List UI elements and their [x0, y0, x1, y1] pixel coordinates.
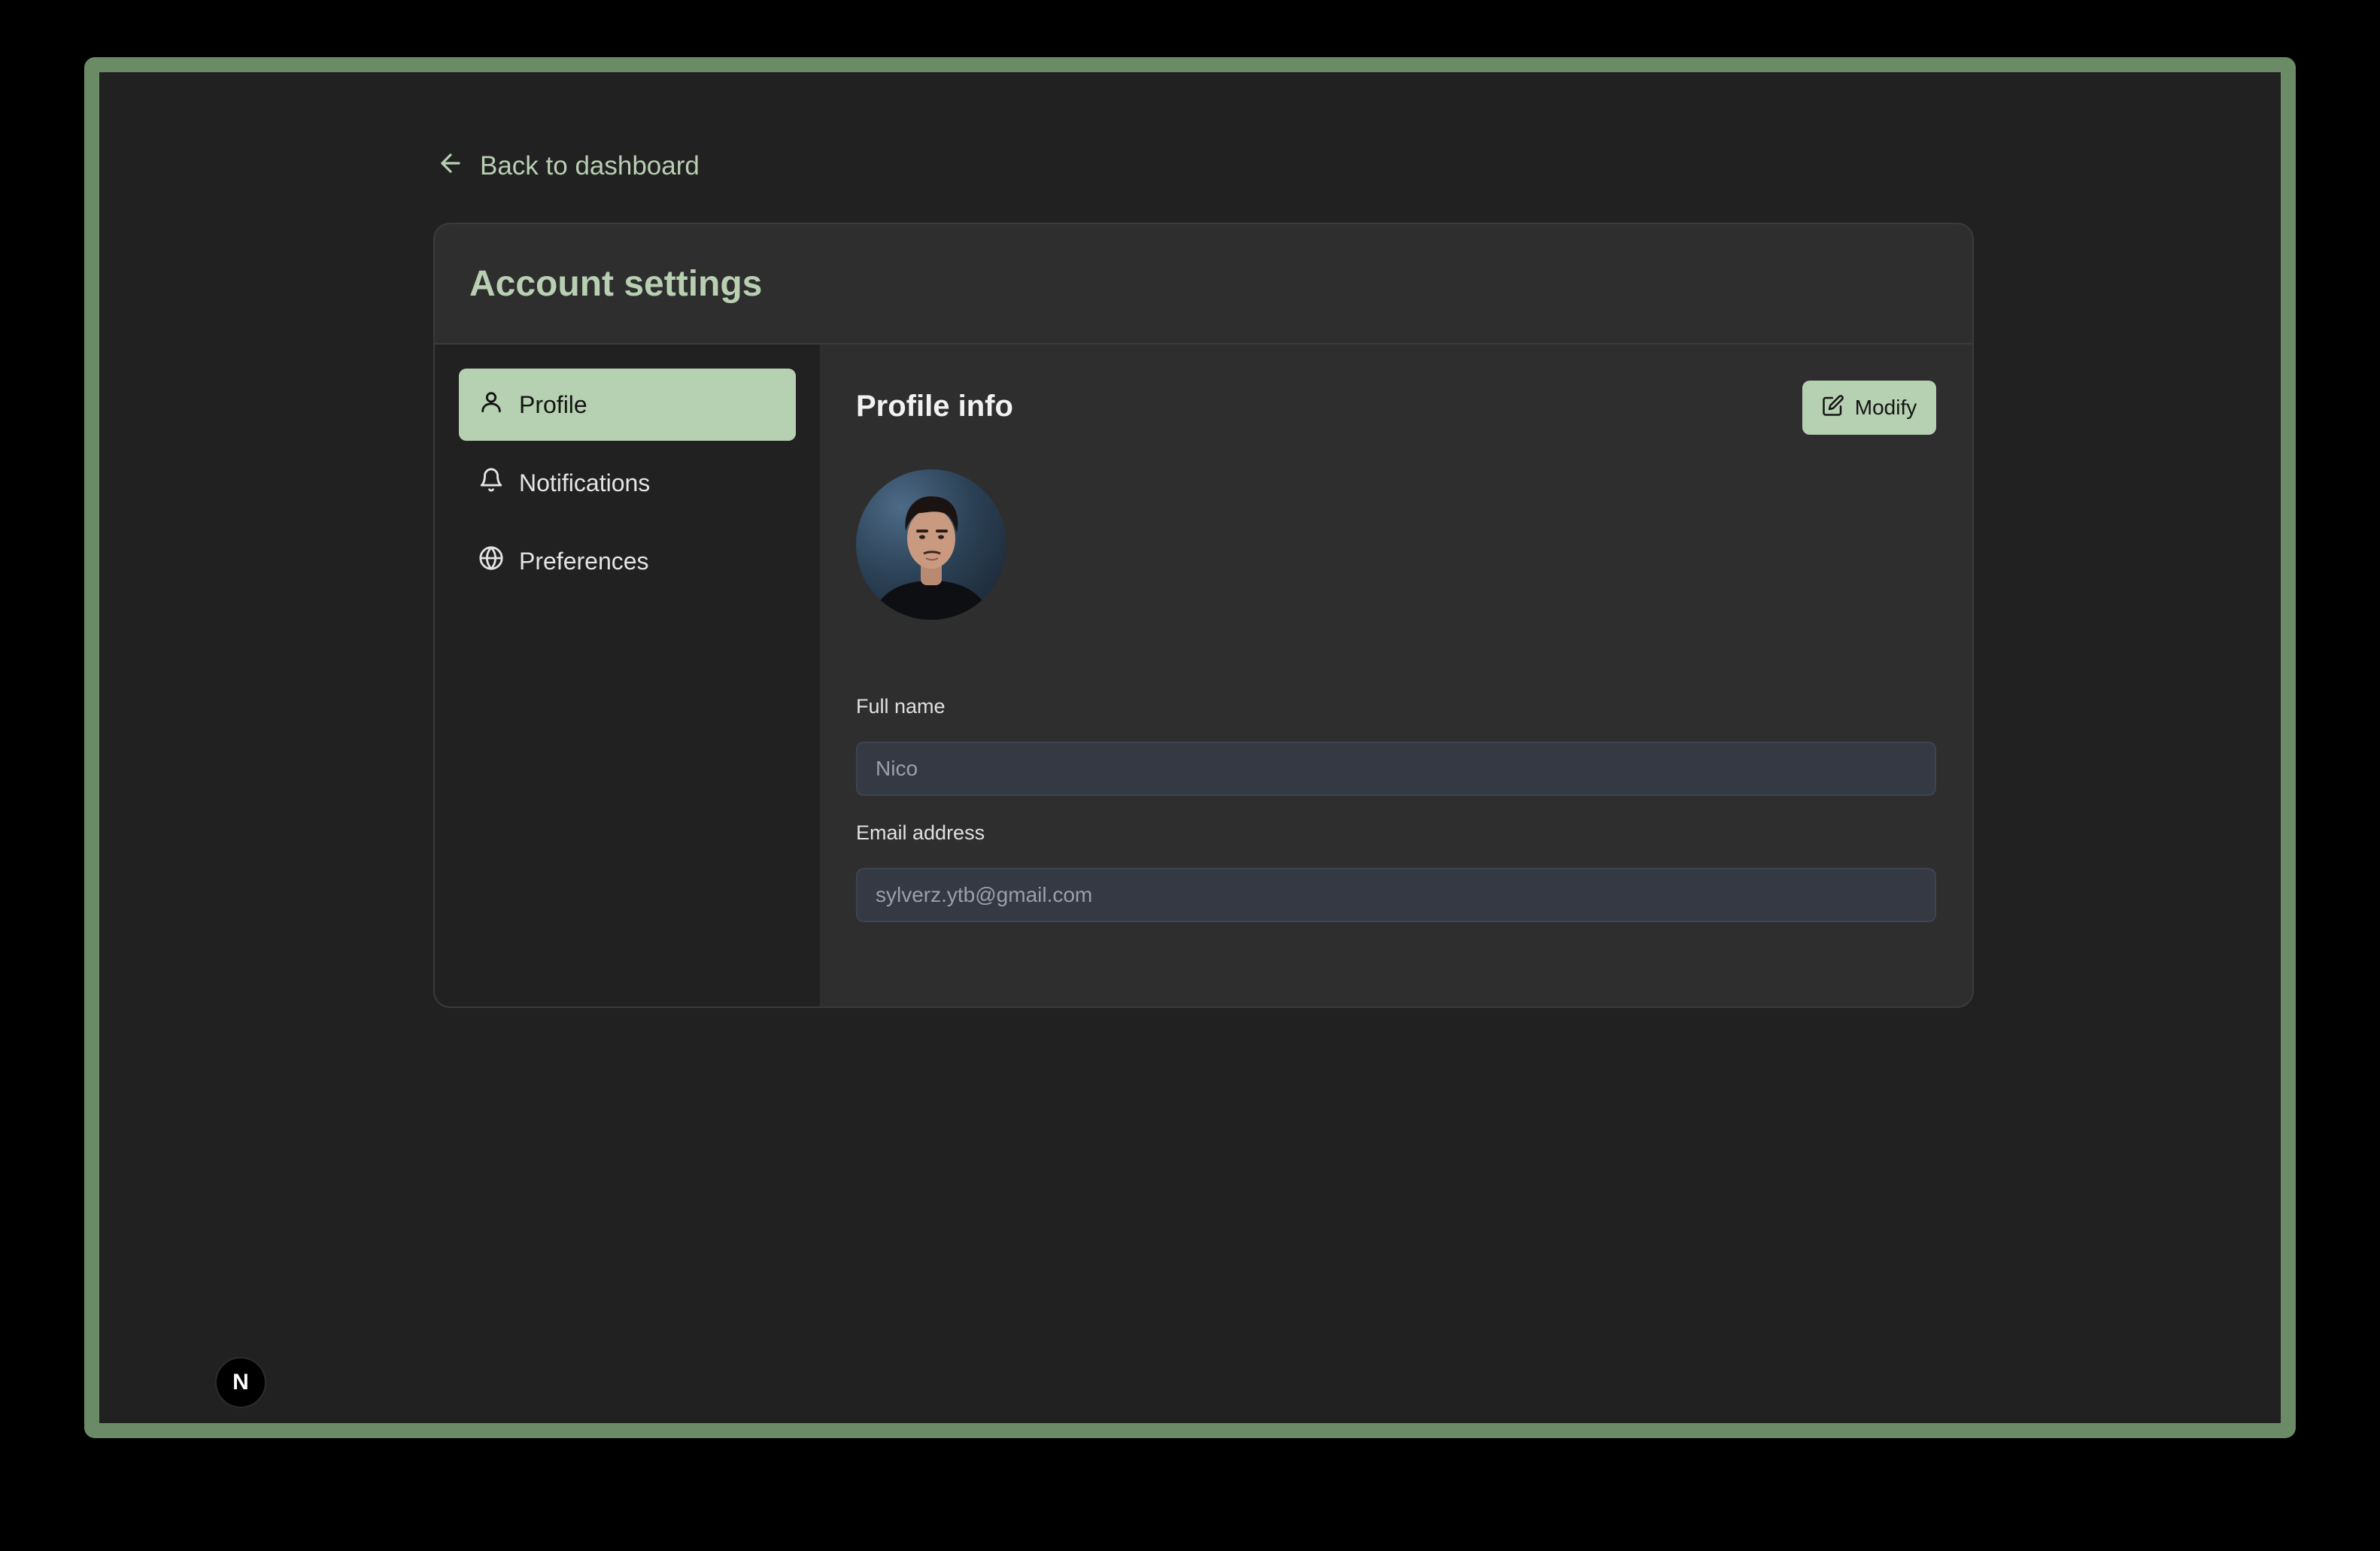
sidebar-item-label: Notifications	[519, 469, 651, 496]
app-window: Back to dashboard Account settings Profi…	[84, 57, 2296, 1438]
page-title: Account settings	[469, 263, 763, 304]
bell-icon	[478, 467, 519, 499]
full-name-field[interactable]	[856, 742, 1936, 796]
card-header: Account settings	[435, 224, 1972, 344]
profile-panel: Profile info Modify Full name Nico Email…	[820, 344, 1972, 1006]
n-badge[interactable]: N	[215, 1357, 266, 1408]
sidebar-item-preferences[interactable]: Preferences	[459, 525, 796, 597]
avatar	[856, 469, 1006, 620]
globe-icon	[478, 545, 519, 577]
modify-button[interactable]: Modify	[1802, 381, 1936, 435]
full-name-label: Full name	[856, 695, 946, 718]
sidebar-item-notifications[interactable]: Notifications	[459, 447, 796, 519]
sidebar-item-label: Profile	[519, 390, 587, 418]
section-title: Profile info	[856, 390, 1013, 423]
sidebar-item-profile[interactable]: Profile	[459, 369, 796, 441]
email-field[interactable]	[856, 868, 1936, 922]
user-icon	[478, 389, 519, 420]
account-settings-card: Account settings Profile Notifications P…	[433, 223, 1974, 1008]
back-to-dashboard-link[interactable]: Back to dashboard	[436, 147, 700, 185]
sidebar-item-label: Preferences	[519, 547, 649, 575]
back-link-label: Back to dashboard	[480, 151, 700, 181]
settings-sidebar: Profile Notifications Preferences	[435, 344, 820, 1006]
modify-button-label: Modify	[1854, 396, 1917, 419]
edit-icon	[1822, 394, 1855, 422]
email-label: Email address	[856, 821, 985, 844]
arrow-left-icon	[436, 149, 480, 184]
